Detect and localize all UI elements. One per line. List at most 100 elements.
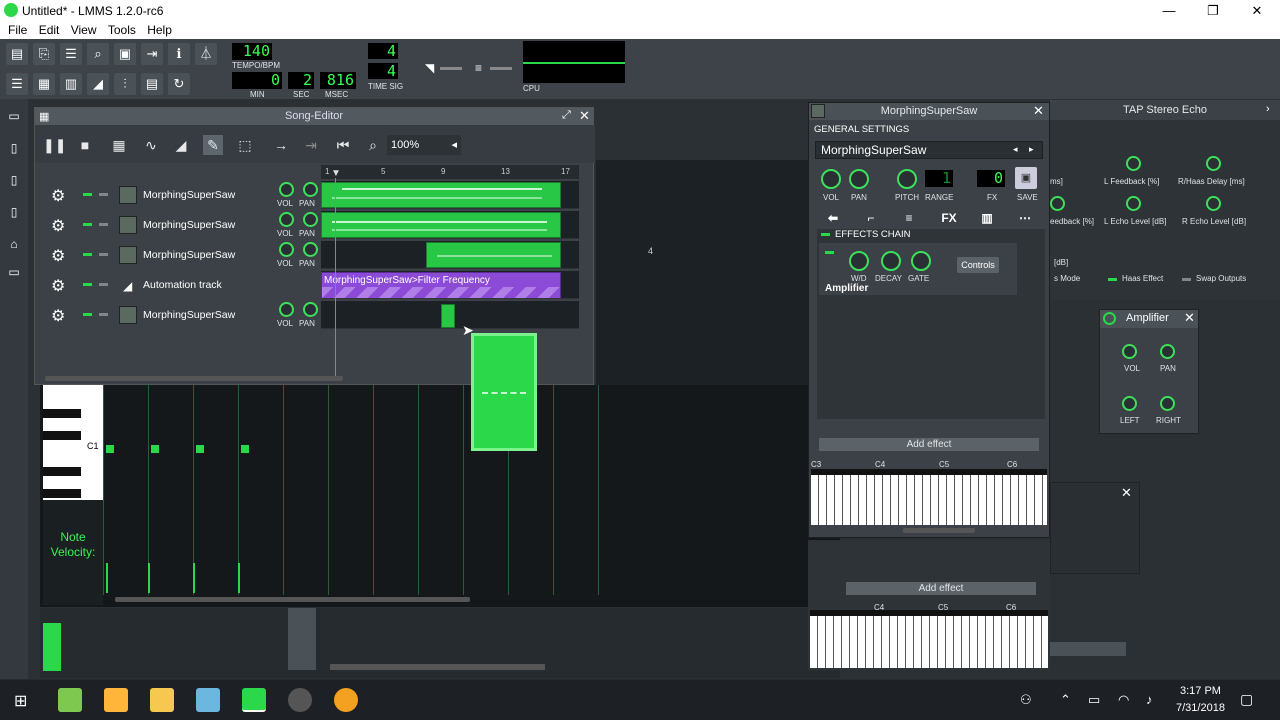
gate-knob[interactable] — [911, 251, 931, 271]
pause-icon[interactable]: ❚❚ — [43, 135, 66, 155]
vol-knob[interactable] — [279, 182, 294, 197]
menu-edit[interactable]: Edit — [39, 23, 60, 37]
instrument-name-field[interactable]: MorphingSuperSaw — [815, 141, 1043, 159]
master-volume-slider[interactable] — [440, 67, 462, 70]
song-editor-scrollbar[interactable] — [45, 376, 343, 381]
amp-pan-knob[interactable] — [1160, 344, 1175, 359]
tab-plugin[interactable]: ⬅ — [823, 211, 843, 227]
whats-this-icon[interactable]: ℹ — [168, 43, 190, 65]
decay-knob[interactable] — [881, 251, 901, 271]
track-lane[interactable]: MorphingSuperSaw>Filter Frequency — [321, 271, 579, 299]
close-button[interactable]: ✕ — [1234, 2, 1280, 20]
stop-icon[interactable]: ■ — [75, 135, 95, 155]
gear-icon[interactable]: ⚙ — [51, 306, 65, 326]
mixer-scrollbar[interactable] — [330, 664, 545, 670]
windows-start-icon[interactable]: ⊞ — [14, 691, 27, 711]
menu-help[interactable]: Help — [147, 23, 172, 37]
save-preset-icon[interactable]: ▣ — [1015, 167, 1037, 189]
vol-knob[interactable] — [279, 302, 294, 317]
mute-toggle[interactable] — [83, 313, 92, 316]
beat-editor-icon[interactable]: ▦ — [33, 73, 55, 95]
battery-icon[interactable]: ▭ — [1088, 692, 1100, 708]
add-sample-track-icon[interactable]: ∿ — [141, 135, 161, 155]
my-projects-icon[interactable]: ▯ — [6, 141, 22, 157]
maximize-button[interactable]: ❐ — [1190, 2, 1236, 20]
piano-roll-icon[interactable]: ▥ — [60, 73, 82, 95]
inst-vol-knob[interactable] — [821, 169, 841, 189]
effect-enable-toggle[interactable] — [825, 251, 834, 254]
track-lane[interactable] — [321, 181, 579, 209]
piano-keyboard[interactable] — [811, 469, 1047, 525]
keyboard-scrollbar[interactable] — [903, 528, 975, 533]
l-feedback-knob[interactable] — [1126, 156, 1141, 171]
prev-preset-icon[interactable]: ◂ — [1013, 144, 1018, 155]
amp-left-knob[interactable] — [1122, 396, 1137, 411]
mute-toggle[interactable] — [83, 193, 92, 196]
track-name[interactable]: MorphingSuperSaw — [143, 219, 235, 231]
piano-keyboard-2[interactable] — [810, 610, 1048, 668]
gear-icon[interactable]: ⚙ — [51, 246, 65, 266]
app-icon[interactable] — [334, 688, 358, 712]
vol-knob[interactable] — [279, 212, 294, 227]
controls-button[interactable]: Controls — [957, 257, 999, 273]
velocity-bar[interactable] — [106, 563, 108, 593]
my-samples-icon[interactable]: ▯ — [6, 173, 22, 189]
menu-view[interactable]: View — [71, 23, 97, 37]
volume-icon[interactable]: ♪ — [1146, 692, 1153, 707]
pitch-range-display[interactable]: 1 — [925, 170, 953, 187]
action-center-icon[interactable]: ▢ — [1240, 691, 1253, 708]
feedback-knob[interactable] — [1050, 196, 1065, 211]
solo-toggle[interactable] — [99, 253, 108, 256]
my-presets-icon[interactable]: ▯ — [6, 205, 22, 221]
tab-envelope[interactable]: ⌐ — [861, 211, 881, 227]
note[interactable] — [196, 445, 204, 453]
piano-roll[interactable] — [40, 385, 840, 607]
add-beat-track-icon[interactable]: ▦ — [109, 135, 129, 155]
pan-knob[interactable] — [303, 242, 318, 257]
vol-knob[interactable] — [279, 242, 294, 257]
solo-toggle[interactable] — [99, 283, 108, 286]
save-icon[interactable]: ▣ — [114, 43, 136, 65]
track-name[interactable]: MorphingSuperSaw — [143, 189, 235, 201]
tab-arpeggio[interactable]: ≡ — [899, 211, 919, 227]
pattern-clip[interactable] — [441, 304, 455, 328]
track-lane[interactable] — [321, 241, 579, 269]
fx-channel-display[interactable]: 0 — [977, 170, 1005, 187]
app-icon[interactable] — [104, 688, 128, 712]
chevron-right-icon[interactable]: › — [1266, 103, 1270, 115]
project-notes-icon[interactable]: ▤ — [141, 73, 163, 95]
computer-icon[interactable]: ▭ — [6, 265, 22, 281]
clock-date[interactable]: 7/31/2018 — [1176, 702, 1225, 714]
note[interactable] — [106, 445, 114, 453]
mute-toggle[interactable] — [83, 283, 92, 286]
wifi-icon[interactable]: ◠ — [1118, 692, 1129, 708]
browser-icon[interactable] — [58, 688, 82, 712]
new-from-template-icon[interactable]: ⎘ — [33, 43, 55, 65]
gear-icon[interactable]: ⚙ — [51, 186, 65, 206]
gear-icon[interactable]: ⚙ — [51, 276, 65, 296]
tab-misc[interactable]: ⋯ — [1015, 211, 1035, 227]
home-icon[interactable]: ⌂ — [6, 237, 22, 253]
time-sig-numerator[interactable]: 4 — [368, 43, 398, 59]
add-automation-track-icon[interactable]: ◢ — [171, 135, 191, 155]
effects-chain-toggle[interactable] — [821, 233, 830, 236]
menu-tools[interactable]: Tools — [108, 23, 136, 37]
menu-file[interactable]: File — [8, 23, 27, 37]
gear-icon[interactable]: ⚙ — [51, 216, 65, 236]
metronome-icon[interactable]: ⏃ — [195, 43, 217, 65]
zoom-combo[interactable]: 100% ◂ — [387, 135, 461, 155]
maximize-icon[interactable]: ⤢ — [562, 109, 571, 122]
mute-toggle[interactable] — [83, 223, 92, 226]
piano-keys[interactable]: C1 — [43, 385, 103, 500]
tab-midi[interactable]: ▥ — [977, 211, 997, 227]
oscilloscope[interactable] — [523, 41, 625, 83]
instrument-close-icon[interactable]: ✕ — [1033, 103, 1044, 119]
l-echo-level-knob[interactable] — [1126, 196, 1141, 211]
inst-pan-knob[interactable] — [849, 169, 869, 189]
tempo-display[interactable]: 140 — [232, 43, 272, 60]
tab-fx[interactable]: FX — [937, 211, 961, 227]
mute-toggle[interactable] — [83, 253, 92, 256]
select-mode-icon[interactable]: ⬚ — [235, 135, 255, 155]
zoom-icon[interactable]: ⌕ — [363, 135, 383, 155]
draw-mode-icon[interactable]: ✎ — [203, 135, 223, 155]
